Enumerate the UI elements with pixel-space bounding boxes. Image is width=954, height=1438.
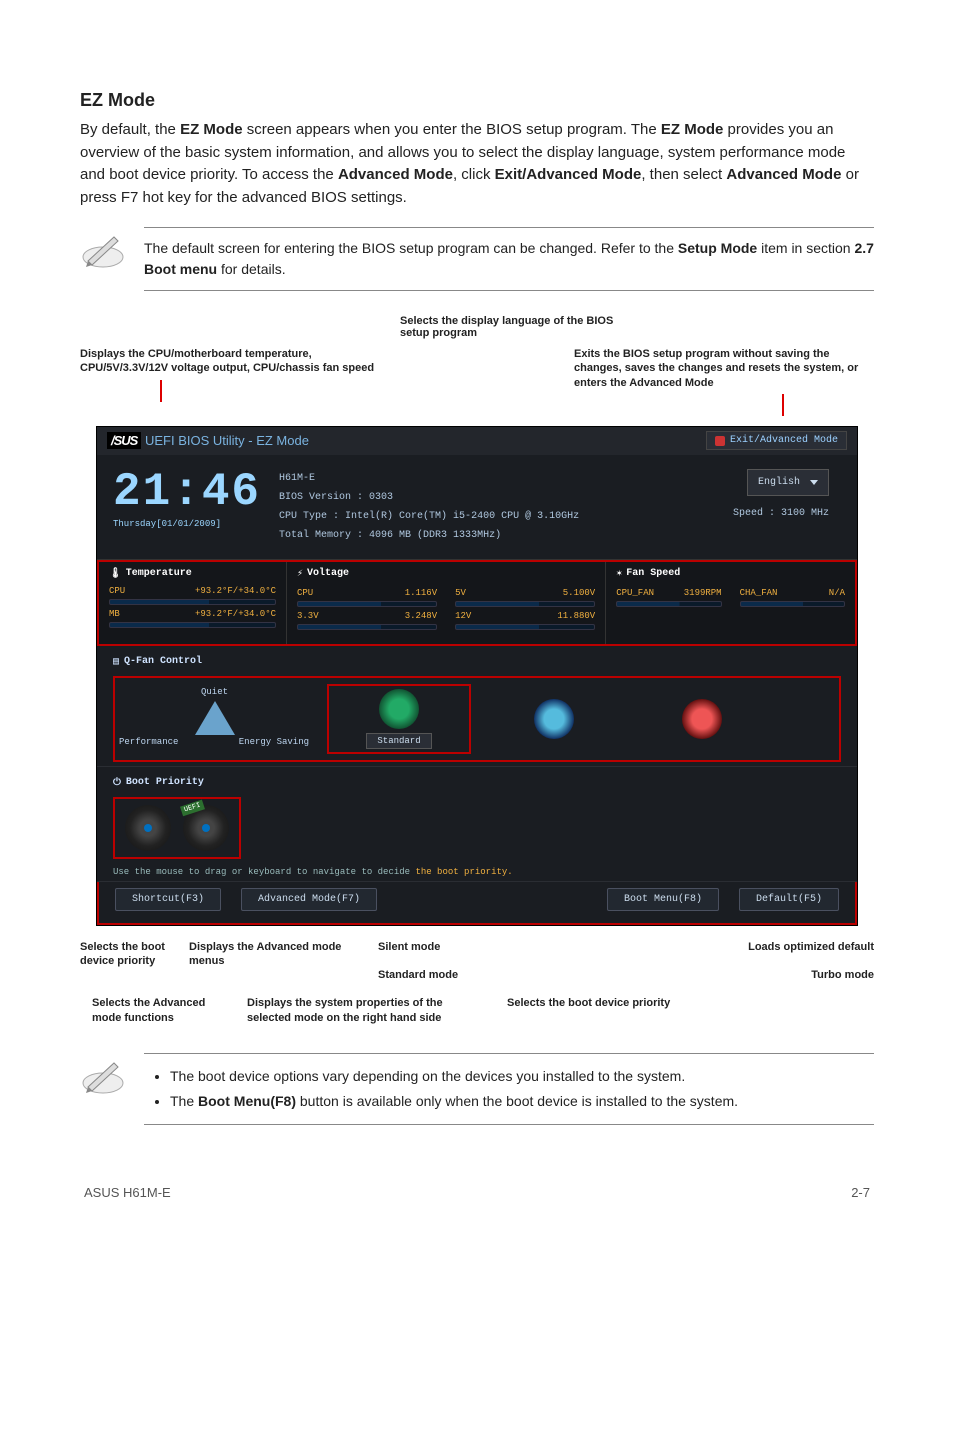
- bold-span: Advanced Mode: [726, 166, 841, 183]
- turbo-mode-box[interactable]: [637, 699, 767, 739]
- performance-selector[interactable]: Quiet Performance Energy Saving: [119, 689, 309, 749]
- exit-advanced-button[interactable]: Exit/Advanced Mode: [706, 431, 847, 450]
- chevron-down-icon: [810, 480, 818, 485]
- callout-silent: Silent mode: [378, 940, 558, 954]
- boot-menu-button[interactable]: Boot Menu(F8): [607, 888, 719, 911]
- shortcut-button[interactable]: Shortcut(F3): [115, 888, 221, 911]
- footer-page-number: 2-7: [851, 1185, 870, 1200]
- callout-system-properties: Displays the system properties of the se…: [247, 996, 467, 1025]
- fan-red-icon: [682, 699, 722, 739]
- boot-device-1[interactable]: [125, 805, 171, 851]
- advanced-mode-button[interactable]: Advanced Mode(F7): [241, 888, 377, 911]
- clock-display: 21:46: [113, 469, 261, 515]
- boot-priority-selector[interactable]: UEFI: [113, 797, 241, 859]
- date-label: Thursday[01/01/2009]: [113, 519, 261, 529]
- silent-mode-box[interactable]: [489, 699, 619, 739]
- callout-turbo: Turbo mode: [572, 968, 874, 982]
- note-bullet-2: The Boot Menu(F8) button is available on…: [170, 1089, 874, 1114]
- callout-advanced-functions: Selects the Advanced mode functions: [92, 996, 207, 1025]
- text-span: By default, the: [80, 121, 180, 138]
- pencil-note-icon: [80, 227, 126, 273]
- note-text: The default screen for entering the BIOS…: [144, 227, 874, 291]
- performance-label: Performance: [119, 737, 178, 747]
- energy-saving-label: Energy Saving: [239, 737, 309, 747]
- brand-logo: /SUS: [107, 432, 141, 449]
- standard-mode-box[interactable]: Standard: [327, 684, 471, 754]
- text-span: for details.: [217, 261, 285, 277]
- temperature-title: 🌡 Temperature: [109, 568, 276, 580]
- fan-green-icon: [379, 689, 419, 729]
- bold-span: EZ Mode: [661, 121, 724, 138]
- bold-span: Advanced Mode: [338, 166, 453, 183]
- default-button[interactable]: Default(F5): [739, 888, 839, 911]
- body-paragraph: By default, the EZ Mode screen appears w…: [80, 119, 874, 209]
- language-select[interactable]: English: [747, 469, 829, 496]
- bold-span: EZ Mode: [180, 121, 243, 138]
- boot-device-2-uefi[interactable]: UEFI: [183, 805, 229, 851]
- callout-loads-default: Loads optimized default: [572, 940, 874, 954]
- quiet-label: Quiet: [201, 687, 228, 697]
- fan-speed-title: ✶ Fan Speed: [616, 568, 845, 580]
- text-span: item in section: [757, 240, 854, 256]
- exit-icon: [715, 436, 725, 446]
- stats-panel: 🌡 Temperature CPU+93.2°F/+34.0°C MB+93.2…: [97, 560, 857, 646]
- boot-priority-title: ⏻ Boot Priority: [113, 777, 841, 789]
- fan-blue-icon: [534, 699, 574, 739]
- callout-advanced-menus: Displays the Advanced mode menus: [189, 940, 364, 983]
- note-bullet-1: The boot device options vary depending o…: [170, 1064, 874, 1089]
- boot-hint: Use the mouse to drag or keyboard to nav…: [113, 867, 841, 877]
- text-span: The default screen for entering the BIOS…: [144, 240, 678, 256]
- note-list: The boot device options vary depending o…: [144, 1053, 874, 1125]
- callout-boot-priority: Selects the boot device priority: [507, 996, 727, 1025]
- text-span: , click: [453, 166, 495, 183]
- bold-span: Exit/Advanced Mode: [495, 166, 642, 183]
- voltage-title: ⚡ Voltage: [297, 568, 595, 580]
- standard-label: Standard: [366, 733, 431, 749]
- bios-title: /SUS UEFI BIOS Utility - EZ Mode: [107, 433, 309, 448]
- qfan-title: ▤ Q-Fan Control: [113, 656, 841, 668]
- bios-screenshot: /SUS UEFI BIOS Utility - EZ Mode Exit/Ad…: [96, 426, 858, 926]
- bios-version: BIOS Version : 0303: [279, 488, 579, 507]
- text-span: screen appears when you enter the BIOS s…: [243, 121, 661, 138]
- text-span: , then select: [641, 166, 726, 183]
- footer-product: ASUS H61M-E: [84, 1185, 171, 1200]
- system-info: H61M-E BIOS Version : 0303 CPU Type : In…: [279, 469, 579, 545]
- callout-boot-device: Selects the boot device priority: [80, 940, 175, 983]
- total-memory: Total Memory : 4096 MB (DDR3 1333MHz): [279, 526, 579, 545]
- callout-language: Selects the display language of the BIOS…: [400, 315, 630, 339]
- callout-temp-volt-fan: Displays the CPU/motherboard temperature…: [80, 347, 400, 416]
- bold-span: Setup Mode: [678, 240, 757, 256]
- uefi-tag: UEFI: [180, 800, 205, 817]
- cpu-speed: Speed : 3100 MHz: [733, 504, 829, 523]
- board-model: H61M-E: [279, 469, 579, 488]
- pencil-note-icon: [80, 1053, 126, 1099]
- section-title: EZ Mode: [80, 90, 874, 111]
- cpu-type: CPU Type : Intel(R) Core(TM) i5-2400 CPU…: [279, 507, 579, 526]
- callout-exit: Exits the BIOS setup program without sav…: [574, 347, 874, 416]
- callout-standard: Standard mode: [378, 968, 558, 982]
